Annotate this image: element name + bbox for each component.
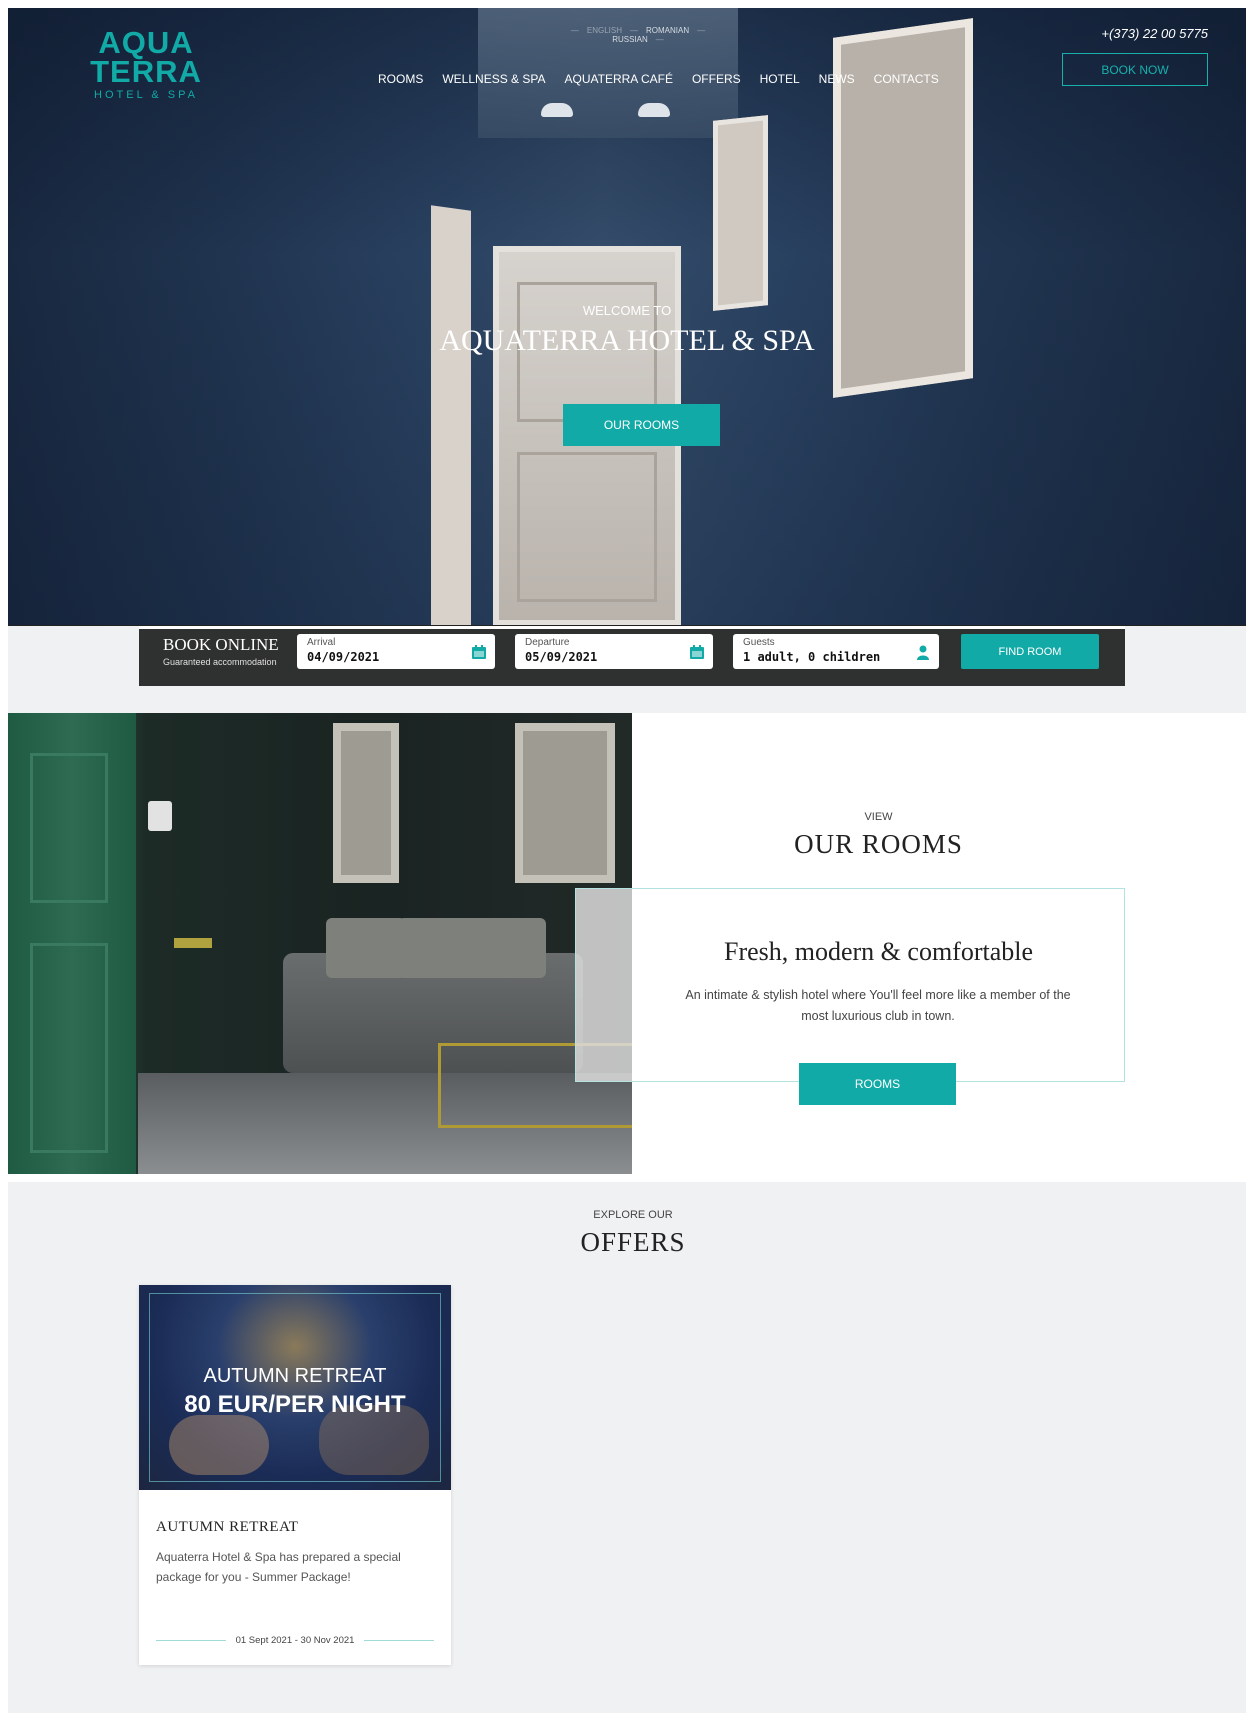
ceiling-lamp	[541, 103, 573, 117]
guests-field[interactable]: Guests 1 adult, 0 children	[733, 634, 939, 669]
nav-aquaterra-cafe[interactable]: AQUATERRA CAFÉ	[565, 72, 673, 86]
nav-hotel[interactable]: HOTEL	[760, 72, 800, 86]
booking-subtitle: Guaranteed accommodation	[163, 657, 277, 667]
divider-line	[156, 1640, 226, 1641]
lang-romanian[interactable]: ROMANIAN	[646, 26, 689, 35]
rooms-description: An intimate & stylish hotel where You'll…	[685, 988, 1071, 1023]
offer-card[interactable]: AUTUMN RETREAT 80 EUR/PER NIGHT AUTUMN R…	[139, 1285, 451, 1665]
offers-title: OFFERS	[580, 1227, 686, 1257]
cushion	[466, 918, 546, 978]
hero-section: AQUA TERRA HOTEL & SPA — ENGLISH — ROMANIAN…	[8, 8, 1246, 625]
logo-line2: TERRA	[90, 54, 202, 89]
book-now-button[interactable]: BOOK NOW	[1062, 53, 1208, 86]
floor-lamp	[174, 938, 212, 948]
calendar-icon[interactable]	[689, 644, 705, 660]
offer-image-title: AUTUMN RETREAT	[203, 1365, 387, 1387]
hero-text: WELCOME TO AQUATERRA HOTEL & SPA	[8, 303, 1246, 358]
booking-title: BOOK ONLINE	[163, 635, 279, 654]
lang-english[interactable]: ENGLISH	[587, 26, 622, 35]
wall-picture	[333, 723, 399, 883]
offer-image[interactable]: AUTUMN RETREAT 80 EUR/PER NIGHT	[139, 1285, 451, 1490]
offer-dates: 01 Sept 2021 - 30 Nov 2021	[156, 1635, 434, 1646]
nav-offers[interactable]: OFFERS	[692, 72, 741, 86]
lang-russian[interactable]: RUSSIAN	[612, 35, 648, 44]
main-nav: ROOMS WELLNESS & SPA AQUATERRA CAFÉ OFFE…	[378, 72, 939, 86]
cushion	[326, 918, 406, 978]
rooms-heading: Fresh, modern & comfortable	[723, 937, 1034, 966]
our-rooms-button[interactable]: OUR ROOMS	[563, 404, 720, 446]
offer-dates-text: 01 Sept 2021 - 30 Nov 2021	[235, 1635, 355, 1646]
guests-label: Guests	[743, 637, 775, 648]
rooms-button[interactable]: ROOMS	[799, 1063, 956, 1105]
green-door	[8, 713, 136, 1174]
departure-label: Departure	[525, 637, 570, 648]
phone-number[interactable]: +(373) 22 00 5775	[1101, 26, 1208, 41]
hero-welcome: WELCOME TO	[582, 303, 672, 318]
nav-contacts[interactable]: CONTACTS	[874, 72, 939, 86]
departure-value: 05/09/2021	[525, 650, 598, 664]
arrival-label: Arrival	[307, 637, 336, 648]
wall-lamp	[148, 801, 172, 831]
offer-description: Aquaterra Hotel & Spa has prepared a spe…	[156, 1550, 401, 1584]
rooms-kicker: VIEW	[864, 811, 893, 823]
logo[interactable]: AQUA TERRA HOTEL & SPA	[86, 25, 206, 101]
divider-line	[364, 1640, 434, 1641]
person-icon[interactable]	[915, 644, 931, 660]
logo-line1: AQUA	[98, 25, 194, 60]
rooms-box-overlay	[576, 889, 632, 1081]
language-switcher: — ENGLISH — ROMANIAN —RUSSIAN —	[570, 26, 706, 44]
hero-side-door	[431, 205, 471, 625]
rooms-title: OUR ROOMS	[794, 829, 963, 859]
offer-image-price: 80 EUR/PER NIGHT	[184, 1391, 406, 1418]
offers-kicker: EXPLORE OUR	[593, 1209, 673, 1221]
arrival-value: 04/09/2021	[307, 650, 380, 664]
calendar-icon[interactable]	[471, 644, 487, 660]
arrival-field[interactable]: Arrival 04/09/2021	[297, 634, 495, 669]
nav-wellness-spa[interactable]: WELLNESS & SPA	[442, 72, 545, 86]
booking-bar: BOOK ONLINE Guaranteed accommodation Arr…	[139, 626, 1125, 686]
hero-frame	[713, 115, 768, 311]
guests-value: 1 adult, 0 children	[743, 650, 881, 664]
wall-picture	[515, 723, 615, 883]
hero-title: AQUATERRA HOTEL & SPA	[439, 324, 815, 357]
departure-field[interactable]: Departure 05/09/2021	[515, 634, 713, 669]
offer-title[interactable]: AUTUMN RETREAT	[156, 1519, 298, 1536]
nav-rooms[interactable]: ROOMS	[378, 72, 423, 86]
ceiling-lamp	[638, 103, 670, 117]
rooms-photo	[8, 713, 632, 1174]
logo-sub: HOTEL & SPA	[94, 89, 198, 101]
nav-news[interactable]: NEWS	[819, 72, 855, 86]
find-room-button[interactable]: FIND ROOM	[961, 634, 1099, 669]
